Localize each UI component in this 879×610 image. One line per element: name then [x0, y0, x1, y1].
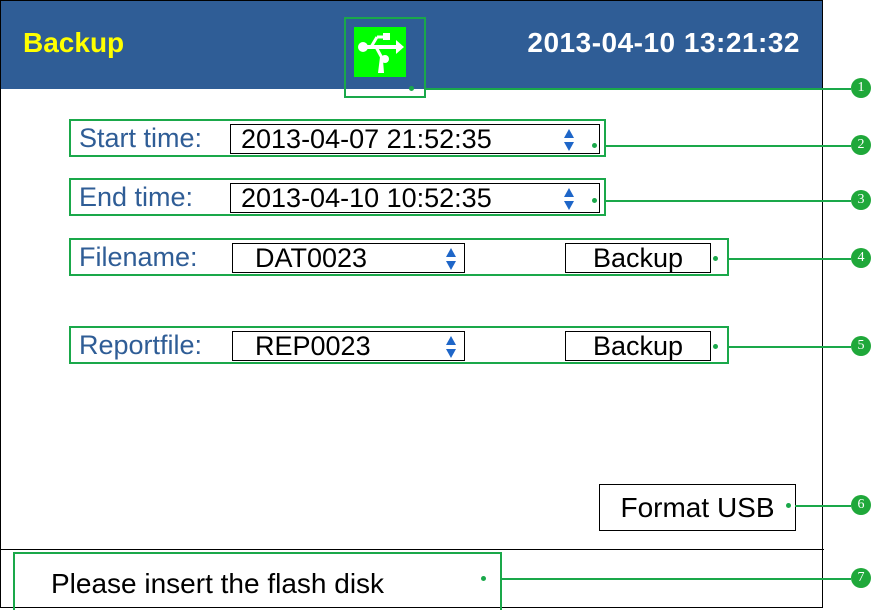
callout-dot-5: [713, 344, 718, 349]
backup-data-button[interactable]: Backup: [565, 243, 711, 273]
callout-dot-7: [481, 576, 486, 581]
end-time-spinner-icon[interactable]: [563, 187, 575, 211]
filename-select[interactable]: DAT0023: [232, 243, 465, 273]
usb-icon: [354, 27, 406, 77]
callout-leader-7: [501, 578, 851, 580]
backup-report-button[interactable]: Backup: [565, 331, 711, 361]
usb-status-highlight: [344, 17, 426, 98]
callout-dot-1: [409, 86, 414, 91]
reportfile-select[interactable]: REP0023: [232, 331, 465, 361]
callout-marker-5: 5: [851, 336, 871, 356]
status-message: Please insert the flash disk: [51, 568, 385, 599]
callout-dot-4: [713, 256, 718, 261]
callout-dot-3: [592, 198, 597, 203]
callout-marker-6: 6: [851, 495, 871, 515]
end-time-input[interactable]: 2013-04-10 10:52:35: [230, 183, 600, 213]
backup-screen: Backup 2013-04-10 13:21:32 Start time: 2…: [0, 0, 824, 610]
callout-marker-1: 1: [851, 78, 871, 98]
callout-dot-6: [786, 503, 791, 508]
format-usb-button[interactable]: Format USB: [599, 484, 796, 531]
filename-spinner-icon[interactable]: [445, 247, 457, 271]
start-time-input[interactable]: 2013-04-07 21:52:35: [230, 124, 600, 154]
callout-leader-1: [425, 88, 851, 90]
status-highlight: Please insert the flash disk: [13, 552, 502, 610]
end-time-label: End time:: [79, 182, 194, 212]
callout-dot-2: [592, 143, 597, 148]
callout-marker-4: 4: [851, 248, 871, 268]
reportfile-spinner-icon[interactable]: [445, 335, 457, 359]
start-time-label: Start time:: [79, 123, 203, 153]
callout-leader-5: [728, 346, 851, 348]
page-title: Backup: [23, 27, 125, 58]
start-time-row: Start time: 2013-04-07 21:52:35: [69, 119, 606, 157]
filename-value: DAT0023: [255, 243, 368, 273]
end-time-row: End time: 2013-04-10 10:52:35: [69, 178, 606, 216]
filename-label: Filename:: [79, 242, 198, 272]
start-time-spinner-icon[interactable]: [563, 128, 575, 152]
header-datetime: 2013-04-10 13:21:32: [527, 27, 800, 58]
reportfile-row: Reportfile: REP0023 Backup: [69, 326, 729, 364]
callout-leader-6: [795, 505, 851, 507]
filename-row: Filename: DAT0023 Backup: [69, 238, 729, 276]
end-time-value: 2013-04-10 10:52:35: [241, 183, 492, 213]
callout-marker-2: 2: [851, 135, 871, 155]
callout-marker-7: 7: [851, 568, 871, 588]
callout-leader-2: [605, 145, 851, 147]
start-time-value: 2013-04-07 21:52:35: [241, 124, 492, 154]
callout-leader-4: [728, 258, 851, 260]
callout-marker-3: 3: [851, 190, 871, 210]
callout-leader-3: [605, 200, 851, 202]
reportfile-value: REP0023: [255, 331, 371, 361]
reportfile-label: Reportfile:: [79, 330, 203, 360]
